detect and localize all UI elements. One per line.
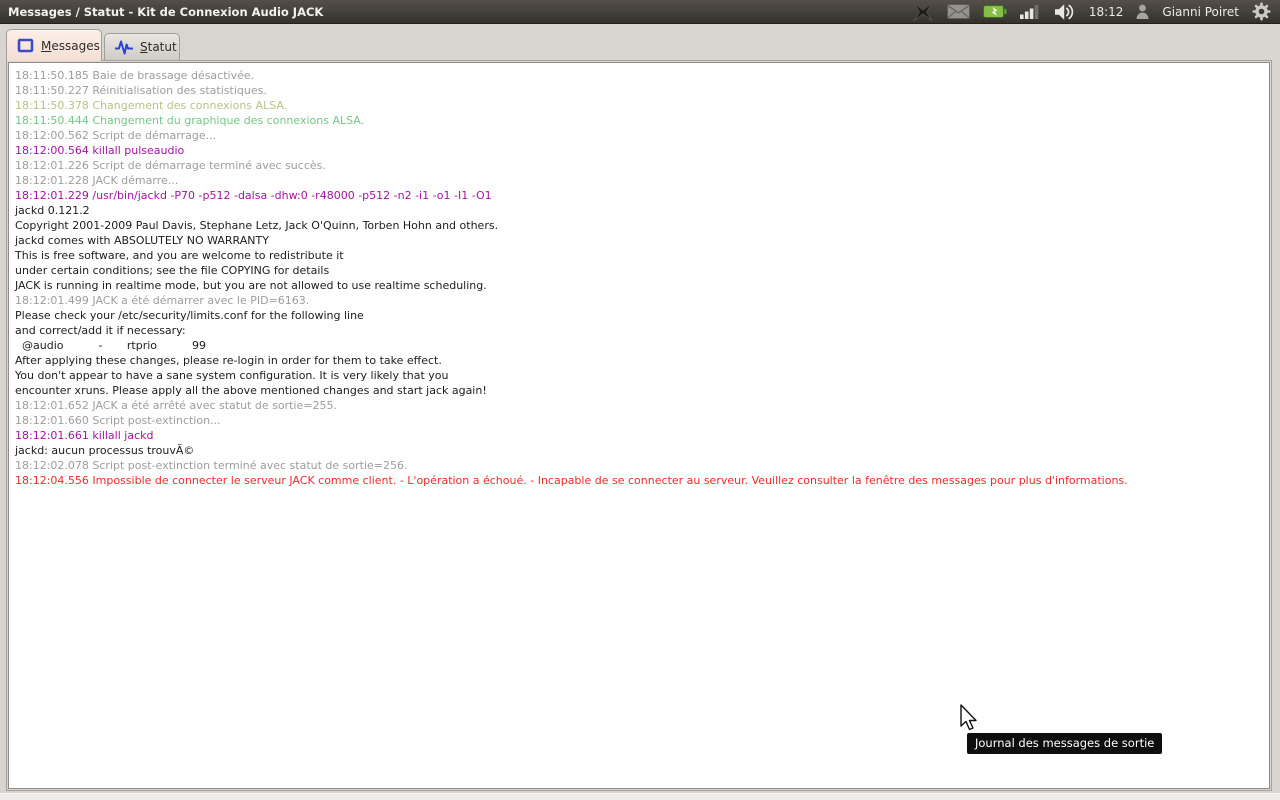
log-line: This is free software, and you are welco… — [15, 249, 344, 262]
tab-statut[interactable]: Statut — [104, 33, 180, 60]
battery-icon[interactable] — [982, 4, 1007, 19]
tab-page-frame: 18:11:50.185 Baie de brassage désactivée… — [6, 60, 1272, 791]
mouse-cursor — [960, 704, 977, 731]
log-line: 18:12:01.229 /usr/bin/jackd -P70 -p512 -… — [15, 189, 492, 202]
signal-strength-icon[interactable] — [1019, 4, 1042, 19]
volume-icon[interactable] — [1054, 3, 1076, 20]
log-line: 18:12:00.562 Script de démarrage... — [15, 129, 217, 142]
log-line: jackd 0.121.2 — [15, 204, 90, 217]
log-line: 18:12:00.564 killall pulseaudio — [15, 144, 185, 157]
tooltip: Journal des messages de sortie — [967, 733, 1163, 754]
messages-log[interactable]: 18:11:50.185 Baie de brassage désactivée… — [8, 62, 1270, 789]
log-line: 18:11:50.185 Baie de brassage désactivée… — [15, 69, 255, 82]
messages-icon — [17, 38, 34, 53]
log-line: 18:11:50.378 Changement des connexions A… — [15, 99, 288, 112]
log-line: JACK is running in realtime mode, but yo… — [15, 279, 487, 292]
top-panel: Messages / Statut - Kit de Connexion Aud… — [0, 0, 1280, 24]
log-line: 18:12:04.556 Impossible de connecter le … — [15, 474, 1128, 487]
mail-icon[interactable] — [946, 4, 970, 19]
log-line: @audio - rtprio 99 — [15, 339, 206, 352]
log-line: Please check your /etc/security/limits.c… — [15, 309, 364, 322]
log-line: Copyright 2001-2009 Paul Davis, Stephane… — [15, 219, 499, 232]
tab-messages[interactable]: Messages — [6, 29, 102, 61]
log-line: You don't appear to have a sane system c… — [15, 369, 449, 382]
log-line: under certain conditions; see the file C… — [15, 264, 330, 277]
jack-tray-icon[interactable] — [912, 2, 934, 22]
user-icon[interactable] — [1136, 4, 1149, 19]
settings-gear-icon[interactable] — [1252, 2, 1271, 21]
log-line: encounter xruns. Please apply all the ab… — [15, 384, 487, 397]
log-line: 18:11:50.227 Réinitialisation des statis… — [15, 84, 267, 97]
log-line: 18:11:50.444 Changement du graphique des… — [15, 114, 365, 127]
clock[interactable]: 18:12 — [1089, 5, 1124, 19]
log-line: 18:12:01.226 Script de démarrage terminé… — [15, 159, 326, 172]
log-line: jackd: aucun processus trouvÃ© — [15, 444, 195, 457]
log-line: 18:12:01.661 killall jackd — [15, 429, 154, 442]
tab-messages-label: Messages — [41, 38, 100, 53]
log-line: 18:12:01.499 JACK a été démarrer avec le… — [15, 294, 310, 307]
window-title: Messages / Statut - Kit de Connexion Aud… — [8, 4, 324, 19]
log-line: 18:12:01.660 Script post-extinction... — [15, 414, 221, 427]
status-waveform-icon — [115, 40, 133, 55]
log-line: After applying these changes, please re-… — [15, 354, 442, 367]
system-tray: 18:12 Gianni Poiret — [912, 2, 1280, 22]
log-line: and correct/add it if necessary: — [15, 324, 186, 337]
bottom-window-edge — [0, 793, 1280, 800]
tab-statut-label: Statut — [140, 40, 177, 54]
log-line: 18:12:01.652 JACK a été arrêté avec stat… — [15, 399, 337, 412]
log-line: 18:12:02.078 Script post-extinction term… — [15, 459, 408, 472]
log-line: jackd comes with ABSOLUTELY NO WARRANTY — [15, 234, 269, 247]
log-line: 18:12:01.228 JACK démarre... — [15, 174, 179, 187]
user-name[interactable]: Gianni Poiret — [1162, 5, 1239, 19]
